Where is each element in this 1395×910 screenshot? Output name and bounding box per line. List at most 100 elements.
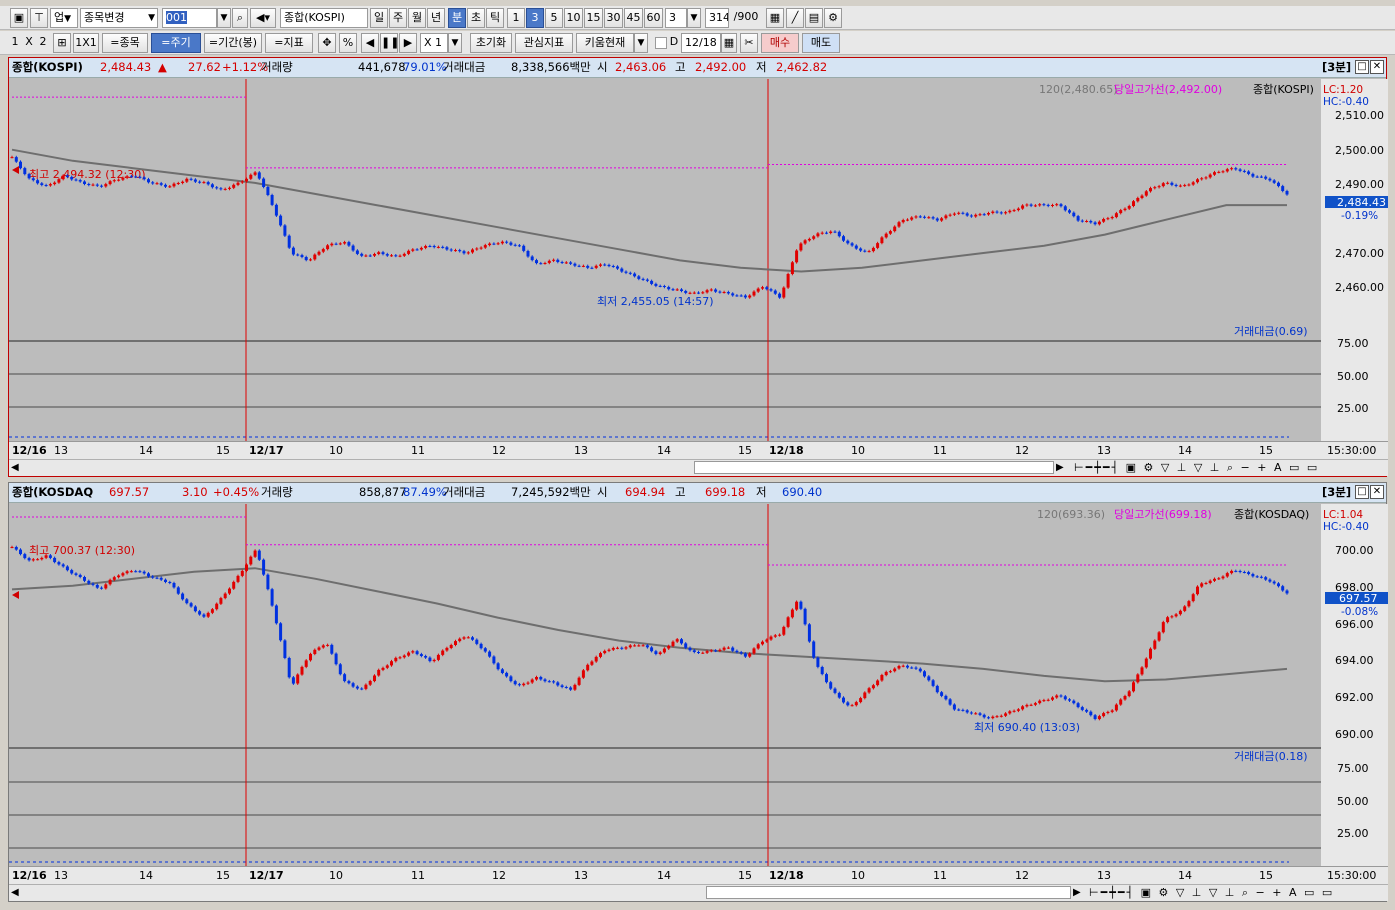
minute-10-button[interactable]: 10 xyxy=(564,8,583,28)
buy-button[interactable]: 매수 xyxy=(761,33,799,53)
kosdaq-scroll-left-icon[interactable]: ◀ xyxy=(11,887,19,898)
kospi-candle-body xyxy=(1264,176,1268,179)
save-icon[interactable]: ▤ xyxy=(805,8,823,28)
cycle-button[interactable]: =주기 xyxy=(151,33,201,53)
kosdaq-candle-body xyxy=(1166,617,1170,623)
crosshair-icon[interactable]: ✥ xyxy=(318,33,336,53)
kospi-candle-body xyxy=(172,183,176,187)
kiwoom-dropdown-button[interactable]: ▼ xyxy=(634,33,648,53)
kiwoom-current-button[interactable]: 키움현재 xyxy=(576,33,634,53)
kospi-scroll-thumb[interactable] xyxy=(694,461,1054,474)
line-tool-icon[interactable]: ╱ xyxy=(786,8,804,28)
code-dropdown-button[interactable]: ▼ xyxy=(217,8,231,28)
minute-1-button[interactable]: 1 xyxy=(507,8,525,28)
minute-5-button[interactable]: 5 xyxy=(545,8,563,28)
change-stock-select[interactable]: 종목변경 ▼ xyxy=(80,8,158,28)
kospi-candle-body xyxy=(1110,217,1114,219)
grid-icon[interactable]: ▦ xyxy=(766,8,784,28)
kospi-scroll-left-icon[interactable]: ◀ xyxy=(11,462,19,473)
kospi-scrollbar[interactable]: ◀ ▶ ⊢━┿━┤ ▣ ⚙ ▽ ⊥ ▽ ⊥ ⌕ − + A ▭ ▭ xyxy=(9,459,1388,476)
kosdaq-candle-body xyxy=(181,593,185,600)
layout-1-button[interactable]: 1 xyxy=(10,33,20,53)
reset-button[interactable]: 초기화 xyxy=(470,33,512,53)
one-by-one-button[interactable]: 1X1 xyxy=(73,33,99,53)
speaker-icon[interactable]: ◀▾ xyxy=(250,8,276,28)
kospi-chart-svg[interactable]: 120(2,480.65) 당일고가선(2,492.00) 종합(KOSPI) … xyxy=(9,79,1388,441)
kosdaq-chart-svg[interactable]: 120(693.36) 당일고가선(699.18) 종합(KOSDAQ) LC:… xyxy=(9,504,1388,866)
period-second-tab[interactable]: 초 xyxy=(467,8,485,28)
sell-button[interactable]: 매도 xyxy=(802,33,840,53)
chart-window-icon[interactable]: ▣ xyxy=(10,8,28,28)
date-input[interactable]: 12/18 xyxy=(681,33,721,53)
minute-30-button[interactable]: 30 xyxy=(604,8,623,28)
kosdaq-zoom-tools-icon[interactable]: ⊢━┿━┤ ▣ ⚙ ▽ ⊥ ▽ ⊥ ⌕ − + A ▭ ▭ xyxy=(1089,886,1334,900)
watch-indicator-button[interactable]: 관심지표 xyxy=(515,33,573,53)
minute-dropdown-button[interactable]: ▼ xyxy=(687,8,701,28)
split-icon[interactable]: ⊞ xyxy=(53,33,71,53)
period-minute-tab[interactable]: 분 xyxy=(448,8,466,28)
kosdaq-x-label: 10 xyxy=(851,869,865,882)
layout-x-button[interactable]: X xyxy=(24,33,34,53)
period-week-tab[interactable]: 주 xyxy=(389,8,407,28)
sector-select[interactable]: 업▼ xyxy=(50,8,78,28)
kosdaq-candle-body xyxy=(172,583,176,588)
kosdaq-maximize-icon[interactable]: □ xyxy=(1355,485,1369,499)
kosdaq-scroll-thumb[interactable] xyxy=(706,886,1071,899)
kospi-maximize-icon[interactable]: □ xyxy=(1355,60,1369,74)
stock-button[interactable]: =종목 xyxy=(102,33,148,53)
kospi-zoom-tools-icon[interactable]: ⊢━┿━┤ ▣ ⚙ ▽ ⊥ ▽ ⊥ ⌕ − + A ▭ ▭ xyxy=(1074,461,1319,475)
kosdaq-scroll-right-icon[interactable]: ▶ xyxy=(1073,887,1081,898)
kosdaq-candle-body xyxy=(1174,614,1178,617)
gear-icon[interactable]: ⚙ xyxy=(824,8,842,28)
play-icon[interactable]: ▶ xyxy=(399,33,417,53)
calendar-icon[interactable]: ▦ xyxy=(721,33,737,53)
scissors-icon[interactable]: ✂ xyxy=(740,33,758,53)
speed-input[interactable]: X 1 xyxy=(420,33,448,53)
count-input[interactable]: 314 xyxy=(705,8,729,28)
indicator-button[interactable]: =지표 xyxy=(265,33,313,53)
kospi-close-icon[interactable]: ✕ xyxy=(1370,60,1384,74)
kosdaq-candle-body xyxy=(854,702,858,706)
kosdaq-candle-body xyxy=(825,674,828,683)
kospi-candle-body xyxy=(931,217,935,219)
kosdaq-scrollbar[interactable]: ◀ ▶ ⊢━┿━┤ ▣ ⚙ ▽ ⊥ ▽ ⊥ ⌕ − + A ▭ ▭ xyxy=(9,884,1388,901)
layout-2-button[interactable]: 2 xyxy=(38,33,48,53)
percent-button[interactable]: % xyxy=(339,33,357,53)
kospi-candle-body xyxy=(965,213,969,216)
period-tick-tab[interactable]: 틱 xyxy=(486,8,504,28)
kosdaq-interval[interactable]: [3분] xyxy=(1322,483,1351,502)
kosdaq-x-label: 12 xyxy=(1015,869,1029,882)
period-year-tab[interactable]: 년 xyxy=(427,8,445,28)
kospi-candle-body xyxy=(1281,186,1285,191)
main-toolbar: ▣ ⊤ 업▼ 종목변경 ▼ 001 ▼ ⌕ ◀▾ 종합(KOSPI) 일 주 월 … xyxy=(0,6,1395,30)
kosdaq-candle-body xyxy=(10,547,14,548)
kospi-scroll-right-icon[interactable]: ▶ xyxy=(1056,462,1064,473)
kosdaq-candle-body xyxy=(1068,699,1071,701)
kospi-candle-body xyxy=(594,265,598,268)
pause-icon[interactable]: ❚❚ xyxy=(380,33,398,53)
kospi-interval[interactable]: [3분] xyxy=(1322,58,1351,77)
period-month-tab[interactable]: 월 xyxy=(408,8,426,28)
kospi-candle-body xyxy=(825,232,828,234)
minute-input[interactable]: 3 xyxy=(665,8,687,28)
minute-45-button[interactable]: 45 xyxy=(624,8,643,28)
stock-name-field[interactable]: 종합(KOSPI) xyxy=(280,8,368,28)
speed-dropdown-button[interactable]: ▼ xyxy=(448,33,462,53)
search-icon[interactable]: ⌕ xyxy=(232,8,248,28)
code-input[interactable]: 001 xyxy=(162,8,217,28)
minute-60-button[interactable]: 60 xyxy=(644,8,663,28)
minute-15-button[interactable]: 15 xyxy=(584,8,603,28)
d-checkbox[interactable] xyxy=(655,37,667,49)
kospi-vol-label: 거래량 xyxy=(261,60,293,74)
pin-icon[interactable]: ⊤ xyxy=(30,8,48,28)
kosdaq-candle-body xyxy=(543,679,547,682)
kospi-candle-body xyxy=(871,247,875,252)
kosdaq-close-icon[interactable]: ✕ xyxy=(1370,485,1384,499)
step-back-icon[interactable]: ◀ xyxy=(361,33,379,53)
period-day-tab[interactable]: 일 xyxy=(370,8,388,28)
kospi-time-end: 15:30:00 xyxy=(1327,444,1377,457)
minute-3-button[interactable]: 3 xyxy=(526,8,544,28)
period-button[interactable]: =기간(봉) xyxy=(204,33,262,53)
kospi-candle-body xyxy=(675,289,679,291)
kosdaq-candle-body xyxy=(607,649,611,651)
